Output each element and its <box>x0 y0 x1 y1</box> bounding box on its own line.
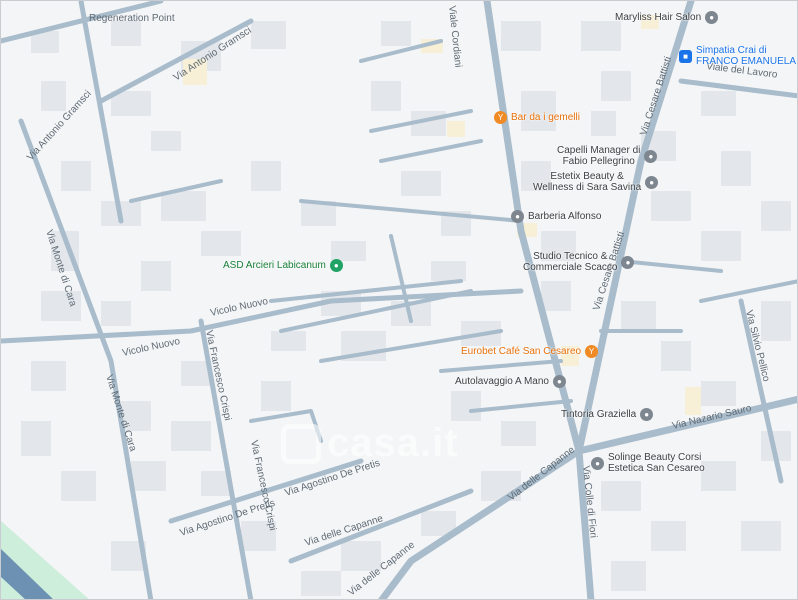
street-label: Via Francesco Crispi <box>248 439 278 531</box>
poi-name: Bar da i gemelli <box>511 112 580 123</box>
map-view[interactable]: Regeneration Point Via Antonio Gramsci V… <box>0 0 798 600</box>
poi-barberia-alfonso[interactable]: ● Barberia Alfonso <box>511 210 601 223</box>
poi-name: Eurobet Café San Cesareo <box>461 346 582 357</box>
shop-icon: ● <box>621 255 635 269</box>
sports-icon: ● <box>329 259 343 272</box>
poi-name: Maryliss Hair Salon <box>615 12 702 23</box>
poi-name: Studio Tecnico & <box>533 251 608 262</box>
shop-icon: ● <box>705 11 719 24</box>
shopping-icon: ■ <box>679 49 692 63</box>
shop-icon: ● <box>591 456 604 470</box>
shop-icon: ● <box>644 149 658 163</box>
poi-name: Commerciale Scacco <box>523 262 618 273</box>
shop-icon: ● <box>552 375 566 388</box>
poi-asd-arcieri-labicanum[interactable]: ● ASD Arcieri Labicanum <box>223 259 343 272</box>
poi-name: Estetix Beauty & <box>550 171 624 182</box>
poi-name: Wellness di Sara Savina <box>533 182 642 193</box>
poi-name: Autolavaggio A Mano <box>455 376 549 387</box>
shop-icon: ● <box>511 210 524 223</box>
poi-solinge-beauty[interactable]: ● Solinge Beauty Corsi Estetica San Cesa… <box>591 452 705 474</box>
poi-autolavaggio[interactable]: ● Autolavaggio A Mano <box>455 375 566 388</box>
street-label: Via Cesare Battisti <box>638 55 674 136</box>
poi-name: ASD Arcieri Labicanum <box>223 260 326 271</box>
poi-tintoria-graziella[interactable]: ● Tintoria Graziella <box>561 408 654 421</box>
poi-name: Fabio Pellegrino <box>562 156 635 167</box>
poi-maryliss-hair-salon[interactable]: ● Maryliss Hair Salon <box>615 11 719 24</box>
watermark-text: casa.it <box>327 421 459 465</box>
shop-icon: ● <box>640 408 654 421</box>
street-label: Via Nazario Sauro <box>671 403 753 432</box>
poi-name: Capelli Manager di <box>557 145 641 156</box>
street-label: Viale Cordiani <box>446 5 463 68</box>
poi-name: FRANCO EMANUELA <box>696 56 797 67</box>
poi-name: Barberia Alfonso <box>528 211 602 222</box>
map-canvas[interactable]: Regeneration Point Via Antonio Gramsci V… <box>1 1 798 600</box>
poi-studio-tecnico[interactable]: ● Studio Tecnico & Commerciale Scacco <box>523 251 635 273</box>
cafe-icon: Y <box>494 111 507 124</box>
street-label: Vicolo Nuovo <box>121 336 181 359</box>
poi-name: Estetica San Cesareo <box>608 463 705 474</box>
poi-bar-da-i-gemelli[interactable]: Y Bar da i gemelli <box>494 111 580 124</box>
poi-name: Tintoria Graziella <box>561 409 637 420</box>
poi-estetix-beauty[interactable]: ● Estetix Beauty & Wellness di Sara Savi… <box>533 171 659 193</box>
poi-name: Solinge Beauty Corsi <box>608 452 702 463</box>
street-label: Regeneration Point <box>89 13 175 24</box>
poi-name: Simpatia Crai di <box>696 45 767 56</box>
poi-eurobet-cafe[interactable]: Y Eurobet Café San Cesareo <box>461 345 599 358</box>
watermark: casa.it <box>281 421 459 466</box>
house-logo-icon <box>281 423 321 464</box>
poi-simpatia-crai[interactable]: ■ Simpatia Crai di FRANCO EMANUELA <box>679 45 796 67</box>
poi-capelli-manager[interactable]: ● Capelli Manager di Fabio Pellegrino <box>557 145 658 167</box>
cafe-icon: Y <box>585 345 599 358</box>
shop-icon: ● <box>645 175 659 189</box>
